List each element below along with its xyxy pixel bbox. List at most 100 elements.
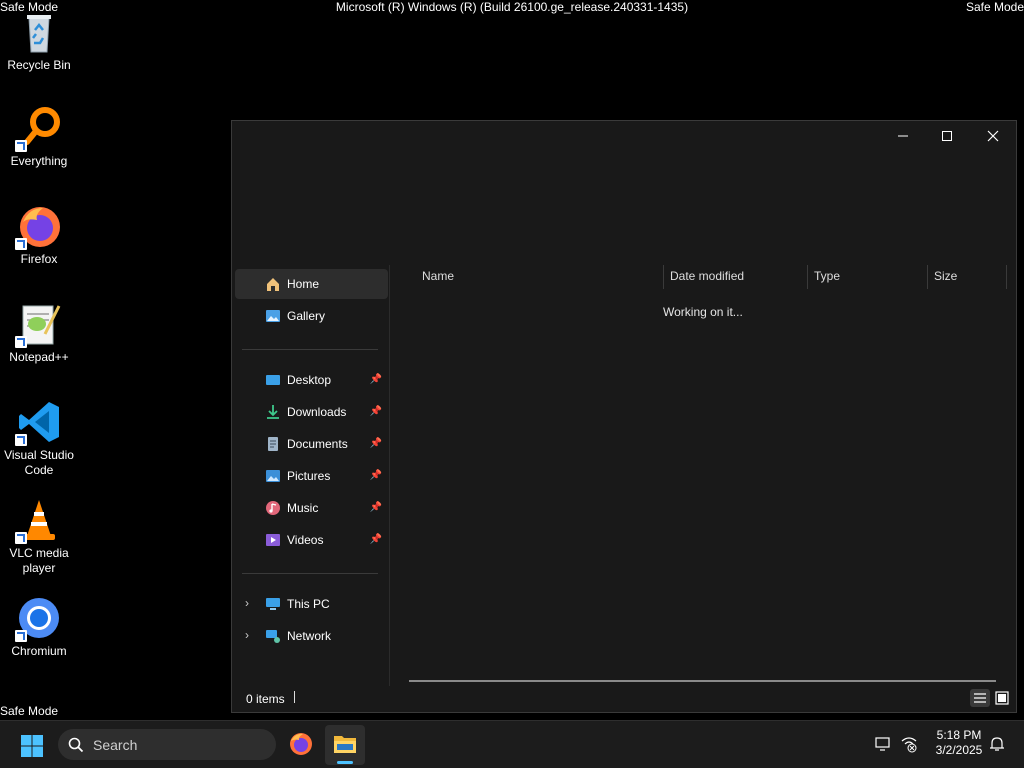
pictures-icon — [266, 470, 280, 482]
desktop-icon-notepadpp[interactable]: Notepad++ — [0, 300, 78, 365]
taskbar: Search 5:18 PM 3/2/2025 — [0, 720, 1024, 768]
nav-item-label: This PC — [287, 597, 330, 611]
column-separator[interactable] — [1006, 265, 1007, 289]
file-explorer-window[interactable]: Home Gallery Desktop 📌 Downloads 📌 Docum… — [231, 120, 1017, 713]
details-view-button[interactable] — [970, 689, 990, 707]
safe-mode-label-top-right: Safe Mode — [965, 0, 1024, 14]
shortcut-arrow-icon — [15, 532, 27, 544]
start-button[interactable] — [20, 734, 44, 758]
close-button[interactable] — [970, 121, 1016, 151]
nav-separator — [242, 573, 378, 574]
nav-item-pictures[interactable]: Pictures 📌 — [235, 461, 388, 491]
chevron-right-icon[interactable]: › — [245, 628, 249, 642]
pin-icon: 📌 — [369, 470, 382, 481]
nav-item-label: Videos — [287, 533, 324, 547]
shortcut-arrow-icon — [15, 336, 27, 348]
desktop-icon-label: Firefox — [20, 252, 58, 266]
nav-item-music[interactable]: Music 📌 — [235, 493, 388, 523]
music-icon — [266, 501, 280, 515]
taskbar-firefox-button[interactable] — [288, 731, 314, 757]
desktop-icon-chromium[interactable]: Chromium — [0, 594, 78, 659]
windows-logo-icon — [21, 735, 43, 757]
large-icons-view-button[interactable] — [992, 689, 1012, 707]
status-separator — [294, 691, 295, 703]
tray-network-icon[interactable] — [900, 735, 918, 753]
column-separator[interactable] — [807, 265, 808, 289]
tray-display-icon[interactable] — [874, 735, 892, 753]
nav-item-documents[interactable]: Documents 📌 — [235, 429, 388, 459]
item-count: 0 items — [246, 692, 285, 706]
column-header-name[interactable]: Name — [422, 269, 454, 283]
nav-item-gallery[interactable]: Gallery — [235, 301, 388, 331]
notifications-button[interactable] — [988, 735, 1006, 753]
chromium-icon — [15, 594, 63, 642]
minimize-button[interactable] — [880, 121, 926, 151]
column-separator[interactable] — [663, 265, 664, 289]
desktop-icon-vscode[interactable]: Visual Studio Code — [0, 398, 78, 478]
documents-icon — [268, 437, 278, 451]
pin-icon: 📌 — [369, 374, 382, 385]
shortcut-arrow-icon — [15, 238, 27, 250]
firefox-icon — [290, 733, 312, 755]
desktop-icon-everything[interactable]: Everything — [0, 104, 78, 169]
search-placeholder: Search — [93, 737, 138, 753]
nav-item-label: Music — [287, 501, 319, 515]
build-title: Microsoft (R) Windows (R) (Build 26100.g… — [335, 0, 689, 14]
this-pc-icon — [266, 598, 280, 610]
network-disconnected-icon — [901, 737, 917, 753]
horizontal-scrollbar[interactable] — [409, 680, 996, 682]
home-icon — [267, 278, 279, 291]
active-indicator — [337, 761, 353, 764]
folder-icon — [334, 736, 356, 753]
nav-separator — [242, 349, 378, 350]
desktop-icon-label: Recycle Bin — [7, 58, 71, 72]
desktop-icon-vlc[interactable]: VLC media player — [0, 496, 78, 576]
taskbar-search-box[interactable]: Search — [58, 729, 276, 760]
pin-icon: 📌 — [369, 406, 382, 417]
chevron-right-icon[interactable]: › — [245, 596, 249, 610]
minimize-icon — [898, 135, 908, 137]
shortcut-arrow-icon — [15, 630, 27, 642]
navigation-pane[interactable]: Home Gallery Desktop 📌 Downloads 📌 Docum… — [232, 265, 389, 686]
nav-item-label: Home — [287, 277, 320, 291]
notepadpp-icon — [15, 300, 63, 348]
clock-date: 3/2/2025 — [935, 743, 983, 757]
desktop-folder-icon — [266, 375, 280, 385]
pin-icon: 📌 — [369, 502, 382, 513]
nav-item-home[interactable]: Home — [235, 269, 388, 299]
column-header-date-modified[interactable]: Date modified — [670, 269, 744, 283]
desktop-icon-label: Everything — [10, 154, 68, 168]
maximize-button[interactable] — [924, 121, 970, 151]
nav-item-this-pc[interactable]: › This PC — [235, 589, 388, 619]
taskbar-file-explorer-button[interactable] — [325, 725, 365, 765]
desktop-icon-recycle-bin[interactable]: Recycle Bin — [0, 8, 78, 73]
column-header-row: Name Date modified Type Size — [390, 265, 1007, 289]
network-icon — [266, 630, 280, 643]
column-header-type[interactable]: Type — [814, 269, 840, 283]
shortcut-arrow-icon — [15, 140, 27, 152]
bell-icon — [990, 737, 1004, 751]
nav-item-videos[interactable]: Videos 📌 — [235, 525, 388, 555]
file-list-pane[interactable]: Name Date modified Type Size Working on … — [390, 265, 1016, 686]
safe-mode-label-bottom-left: Safe Mode — [0, 704, 59, 718]
nav-item-desktop[interactable]: Desktop 📌 — [235, 365, 388, 395]
nav-item-network[interactable]: › Network — [235, 621, 388, 651]
desktop-icon-label: Visual Studio Code — [4, 448, 74, 477]
desktop-icon-label: VLC media player — [9, 546, 69, 575]
nav-item-downloads[interactable]: Downloads 📌 — [235, 397, 388, 427]
vlc-icon — [15, 496, 63, 544]
clock[interactable]: 5:18 PM 3/2/2025 — [922, 728, 996, 758]
loading-message: Working on it... — [663, 305, 743, 319]
column-separator[interactable] — [927, 265, 928, 289]
recycle-bin-icon — [15, 8, 63, 56]
pin-icon: 📌 — [369, 438, 382, 449]
nav-item-label: Downloads — [287, 405, 347, 419]
nav-item-label: Gallery — [287, 309, 326, 323]
desktop-icon-label: Notepad++ — [9, 350, 69, 364]
vscode-icon — [15, 398, 63, 446]
title-bar[interactable] — [232, 121, 1016, 151]
desktop-icon-label: Chromium — [11, 644, 67, 658]
column-header-size[interactable]: Size — [934, 269, 957, 283]
desktop-icon-firefox[interactable]: Firefox — [0, 202, 78, 267]
close-icon — [987, 130, 999, 142]
